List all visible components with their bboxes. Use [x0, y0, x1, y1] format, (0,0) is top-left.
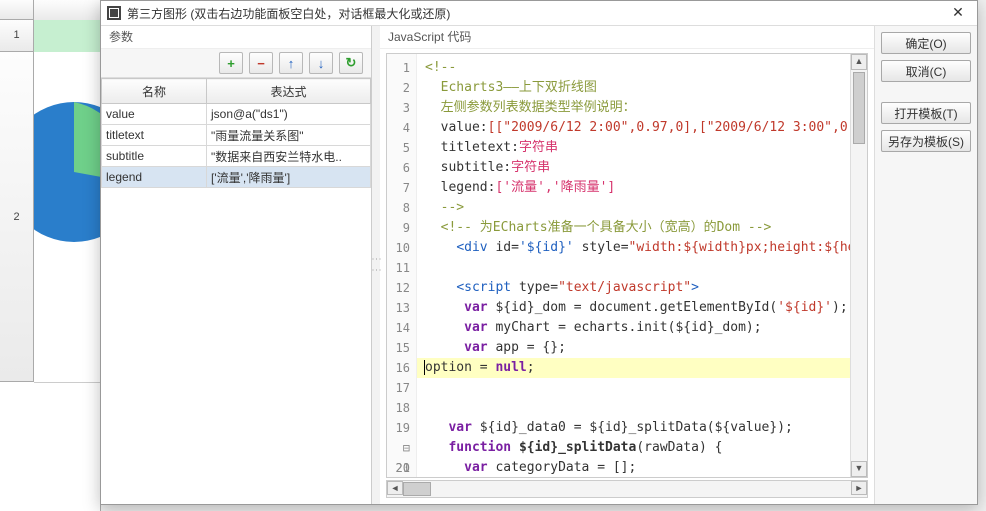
gutter: 12345678910111213141516171819⊟ 2021 — [387, 54, 417, 477]
add-button[interactable]: + — [219, 52, 243, 74]
code-line[interactable]: --> — [425, 200, 464, 215]
code-line[interactable]: var ${id}_data0 = ${id}_splitData(${valu… — [425, 420, 793, 435]
code-line[interactable]: legend:['流量','降雨量'] — [425, 180, 615, 195]
code-line[interactable]: var myChart = echarts.init(${id}_dom); — [425, 320, 762, 335]
code-area[interactable]: <!-- Echarts3——上下双折线图 左侧参数列表数据类型举例说明： va… — [417, 54, 867, 477]
code-line[interactable]: value:[["2009/6/12 2:00",0.97,0],["2009/… — [425, 120, 867, 135]
rowhdr-1[interactable]: 1 — [0, 20, 34, 52]
param-name[interactable]: subtitle — [102, 146, 207, 167]
param-table[interactable]: 名称 表达式 valuejson@a("ds1")titletext"雨量流量关… — [101, 78, 371, 188]
refresh-button[interactable]: ↻ — [339, 52, 363, 74]
dialog: 第三方图形 (双击右边功能面板空白处，对话框最大化或还原) ✕ 参数 + − ↑… — [100, 0, 978, 505]
param-toolbar: + − ↑ ↓ ↻ — [101, 48, 371, 78]
code-line[interactable]: var ${id}_dom = document.getElementById(… — [425, 300, 848, 315]
param-name[interactable]: value — [102, 104, 207, 125]
dialog-titlebar[interactable]: 第三方图形 (双击右边功能面板空白处，对话框最大化或还原) ✕ — [101, 1, 977, 26]
table-row[interactable]: titletext"雨量流量关系图" — [102, 125, 371, 146]
scroll-left-icon[interactable]: ◄ — [387, 481, 403, 495]
table-row[interactable]: legend['流量','降雨量'] — [102, 167, 371, 188]
splitter[interactable]: ⋮⋮ — [372, 26, 380, 504]
dialog-body: 参数 + − ↑ ↓ ↻ 名称 表达式 — [101, 26, 977, 504]
param-col-name[interactable]: 名称 — [102, 79, 207, 104]
dialog-icon — [107, 6, 121, 20]
ok-button[interactable]: 确定(O) — [881, 32, 971, 54]
code-line[interactable]: subtitle:字符串 — [425, 160, 550, 175]
horizontal-scrollbar[interactable]: ◄ ► — [386, 480, 868, 498]
colhdr[interactable] — [34, 0, 100, 21]
code-panel: JavaScript 代码 12345678910111213141516171… — [380, 26, 874, 504]
code-line[interactable]: option = null; — [417, 358, 867, 378]
param-expr[interactable]: ['流量','降雨量'] — [207, 167, 371, 188]
param-panel: 参数 + − ↑ ↓ ↻ 名称 表达式 — [101, 26, 372, 504]
delete-button[interactable]: − — [249, 52, 273, 74]
rowhdr-2[interactable]: 2 — [0, 52, 34, 382]
move-down-button[interactable]: ↓ — [309, 52, 333, 74]
table-row[interactable]: valuejson@a("ds1") — [102, 104, 371, 125]
table-row[interactable]: subtitle"数据来自西安兰特水电.. — [102, 146, 371, 167]
app-root: 1 2 第三方图形 (双击右边功能面板空白处，对话框最大化或还原) ✕ 参数 — [0, 0, 986, 511]
code-line[interactable]: var app = {}; — [425, 340, 566, 355]
scroll-right-icon[interactable]: ► — [851, 481, 867, 495]
param-col-expr[interactable]: 表达式 — [207, 79, 371, 104]
open-template-button[interactable]: 打开模板(T) — [881, 102, 971, 124]
scroll-thumb[interactable] — [853, 72, 865, 144]
code-line[interactable]: 左侧参数列表数据类型举例说明： — [425, 100, 636, 115]
code-line[interactable]: titletext:字符串 — [425, 140, 558, 155]
hscroll-thumb[interactable] — [403, 482, 431, 496]
param-name[interactable]: legend — [102, 167, 207, 188]
rowhdr-corner — [0, 0, 34, 20]
param-panel-title: 参数 — [101, 26, 371, 48]
code-line[interactable]: function ${id}_splitData(rawData) { — [425, 440, 722, 455]
code-line[interactable]: <div id='${id}' style="width:${width}px;… — [425, 240, 867, 255]
cancel-button[interactable]: 取消(C) — [881, 60, 971, 82]
dialog-title: 第三方图形 (双击右边功能面板空白处，对话框最大化或还原) — [127, 5, 450, 22]
code-editor[interactable]: 12345678910111213141516171819⊟ 2021 <!--… — [386, 53, 868, 478]
cell-r1[interactable] — [34, 20, 100, 53]
scroll-up-icon[interactable]: ▲ — [851, 54, 867, 70]
code-line[interactable]: Echarts3——上下双折线图 — [425, 80, 597, 95]
code-line[interactable]: var categoryData = []; — [425, 460, 636, 475]
param-expr[interactable]: "数据来自西安兰特水电.. — [207, 146, 371, 167]
code-line[interactable]: <!-- — [425, 60, 456, 75]
param-name[interactable]: titletext — [102, 125, 207, 146]
vertical-scrollbar[interactable]: ▲ ▼ — [850, 54, 867, 477]
scroll-down-icon[interactable]: ▼ — [851, 461, 867, 477]
spreadsheet: 1 2 — [0, 0, 101, 511]
code-panel-title: JavaScript 代码 — [380, 26, 874, 49]
save-template-button[interactable]: 另存为模板(S) — [881, 130, 971, 152]
param-expr[interactable]: "雨量流量关系图" — [207, 125, 371, 146]
param-expr[interactable]: json@a("ds1") — [207, 104, 371, 125]
cell-r2[interactable] — [34, 52, 100, 383]
dialog-buttons: 确定(O) 取消(C) 打开模板(T) 另存为模板(S) — [874, 26, 977, 504]
chart-preview-icon — [34, 92, 100, 292]
move-up-button[interactable]: ↑ — [279, 52, 303, 74]
code-line[interactable]: <script type="text/javascript"> — [425, 280, 699, 295]
code-line[interactable]: <!-- 为ECharts准备一个具备大小（宽高）的Dom --> — [425, 220, 771, 235]
close-icon[interactable]: ✕ — [945, 4, 971, 22]
